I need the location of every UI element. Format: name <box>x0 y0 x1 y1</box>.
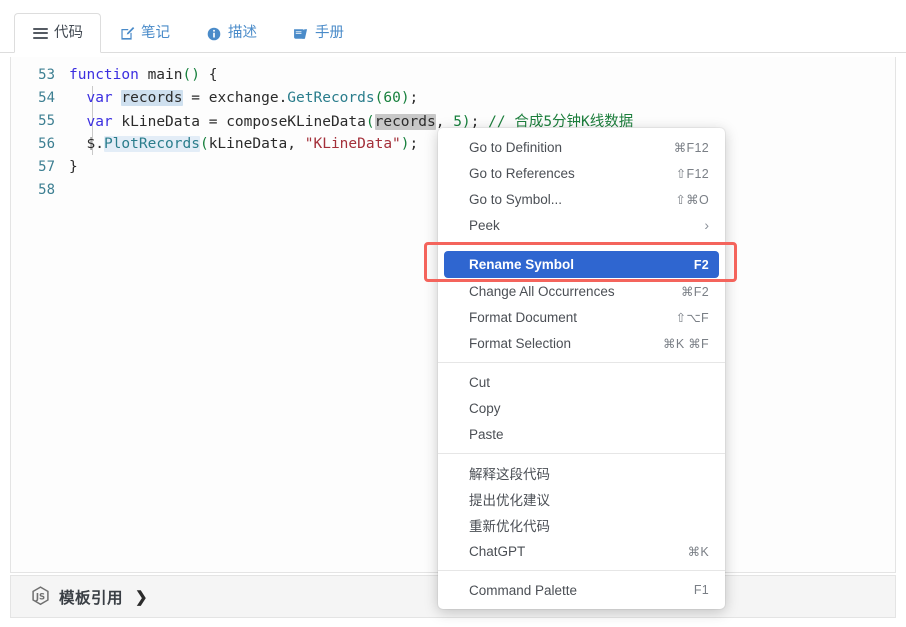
token-keyword: var <box>86 89 113 106</box>
menu-item-command-palette[interactable]: Command Palette F1 <box>438 577 725 603</box>
line-content: function main() { <box>69 66 218 83</box>
line-number: 58 <box>38 181 55 198</box>
code-line: 53 function main() { <box>11 63 895 86</box>
token-klinedata-var: kLineData <box>121 114 200 130</box>
menu-separator <box>438 453 725 454</box>
book-icon <box>293 26 309 42</box>
info-icon <box>206 26 222 42</box>
menu-item-shortcut: ⌘K ⌘F <box>663 336 709 351</box>
menu-item-label: Format Document <box>469 309 578 325</box>
menu-item-label: Rename Symbol <box>469 257 575 272</box>
menu-separator <box>438 244 725 245</box>
tab-notes[interactable]: 笔记 <box>101 13 188 53</box>
tab-description-label: 描述 <box>228 25 257 42</box>
menu-item-label: Go to Symbol... <box>469 191 563 207</box>
tab-description[interactable]: 描述 <box>188 13 275 53</box>
token-composeklinedata: composeKLineData <box>226 114 366 130</box>
menu-item-copy[interactable]: Copy <box>438 395 725 421</box>
token-keyword: function <box>69 66 139 83</box>
line-number: 55 <box>38 112 55 129</box>
menu-separator <box>438 570 725 571</box>
menu-item-shortcut: F2 <box>693 257 709 272</box>
menu-item-label: Change All Occurrences <box>469 283 615 299</box>
tab-code-label: 代码 <box>54 24 83 41</box>
tab-bar: 代码 笔记 描述 手册 <box>0 0 906 53</box>
menu-item-go-to-symbol[interactable]: Go to Symbol... ⇧⌘O <box>438 186 725 212</box>
menu-item-label: 提出优化建议 <box>469 493 550 508</box>
context-menu[interactable]: Go to Definition ⌘F12 Go to References ⇧… <box>438 128 725 609</box>
menu-item-reoptimize-code[interactable]: 重新优化代码 <box>438 512 725 538</box>
menu-item-label: Paste <box>469 426 504 442</box>
menu-item-label: 重新优化代码 <box>469 519 550 534</box>
line-content: var records = exchange.GetRecords(60); <box>86 89 419 106</box>
menu-item-format-selection[interactable]: Format Selection ⌘K ⌘F <box>438 330 725 356</box>
menu-item-peek[interactable]: Peek › <box>438 212 725 238</box>
menu-item-cut[interactable]: Cut <box>438 369 725 395</box>
menu-item-label: Copy <box>469 400 501 416</box>
template-reference-label: 模板引用 <box>59 589 124 607</box>
menu-item-label: Command Palette <box>469 582 578 598</box>
menu-item-label: Format Selection <box>469 335 572 351</box>
menu-item-shortcut: ⌘F12 <box>673 140 709 155</box>
menu-item-label: ChatGPT <box>469 543 526 559</box>
line-content: } <box>69 158 78 175</box>
menu-item-change-all-occurrences[interactable]: Change All Occurrences ⌘F2 <box>438 278 725 304</box>
line-content: $.PlotRecords(kLineData, "KLineData"); <box>86 135 419 152</box>
token-getrecords: GetRecords <box>287 89 375 106</box>
line-number: 56 <box>38 135 55 152</box>
menu-item-shortcut: F1 <box>693 583 709 597</box>
menu-item-shortcut: ⌘F2 <box>681 284 709 299</box>
menu-item-label: 解释这段代码 <box>469 467 550 482</box>
menu-item-label: Go to Definition <box>469 139 563 155</box>
svg-text:JS: JS <box>35 593 45 603</box>
menu-item-shortcut: ⇧F12 <box>675 166 709 181</box>
tab-manual-label: 手册 <box>315 25 344 42</box>
tab-manual[interactable]: 手册 <box>275 13 362 53</box>
tab-code[interactable]: 代码 <box>14 13 101 53</box>
line-number: 53 <box>38 66 55 83</box>
menu-item-label: Peek <box>469 217 500 233</box>
token-keyword: var <box>86 114 113 130</box>
menu-item-rename-symbol[interactable]: Rename Symbol F2 <box>444 251 719 278</box>
token-dollar: $ <box>86 135 96 152</box>
menu-item-format-document[interactable]: Format Document ⇧⌥F <box>438 304 725 330</box>
js-badge-icon: JS <box>31 586 50 607</box>
list-icon <box>32 25 48 41</box>
chevron-right-icon: › <box>704 217 709 233</box>
menu-item-go-to-references[interactable]: Go to References ⇧F12 <box>438 160 725 186</box>
token-string: "KLineData" <box>304 135 401 152</box>
code-editor-page: 代码 笔记 描述 手册 53 function main() {54 var … <box>0 0 906 627</box>
token-number: 60 <box>383 89 401 106</box>
code-line: 54 var records = exchange.GetRecords(60)… <box>11 86 895 109</box>
menu-item-label: Go to References <box>469 165 575 181</box>
token-records-selected: records <box>121 89 183 106</box>
token-exchange: exchange <box>208 89 279 106</box>
token-plotrecords: PlotRecords <box>103 135 200 152</box>
line-number: 57 <box>38 158 55 175</box>
menu-item-explain-code[interactable]: 解释这段代码 <box>438 460 725 486</box>
token-function-name: main <box>147 66 183 83</box>
menu-item-go-to-definition[interactable]: Go to Definition ⌘F12 <box>438 134 725 160</box>
edit-icon <box>119 26 135 42</box>
menu-item-shortcut: ⌘K <box>687 544 709 559</box>
menu-separator <box>438 362 725 363</box>
line-number: 54 <box>38 89 55 106</box>
token-klinedata-arg: kLineData <box>208 135 288 152</box>
menu-item-shortcut: ⇧⌥F <box>675 310 709 325</box>
menu-item-label: Cut <box>469 374 491 390</box>
token-records-occurrence: records <box>374 114 436 130</box>
menu-item-suggest-optimization[interactable]: 提出优化建议 <box>438 486 725 512</box>
menu-item-paste[interactable]: Paste <box>438 421 725 447</box>
menu-item-shortcut: ⇧⌘O <box>675 192 709 207</box>
menu-item-chatgpt[interactable]: ChatGPT ⌘K <box>438 538 725 564</box>
tab-notes-label: 笔记 <box>141 25 170 42</box>
chevron-right-icon: ❯ <box>135 588 148 606</box>
